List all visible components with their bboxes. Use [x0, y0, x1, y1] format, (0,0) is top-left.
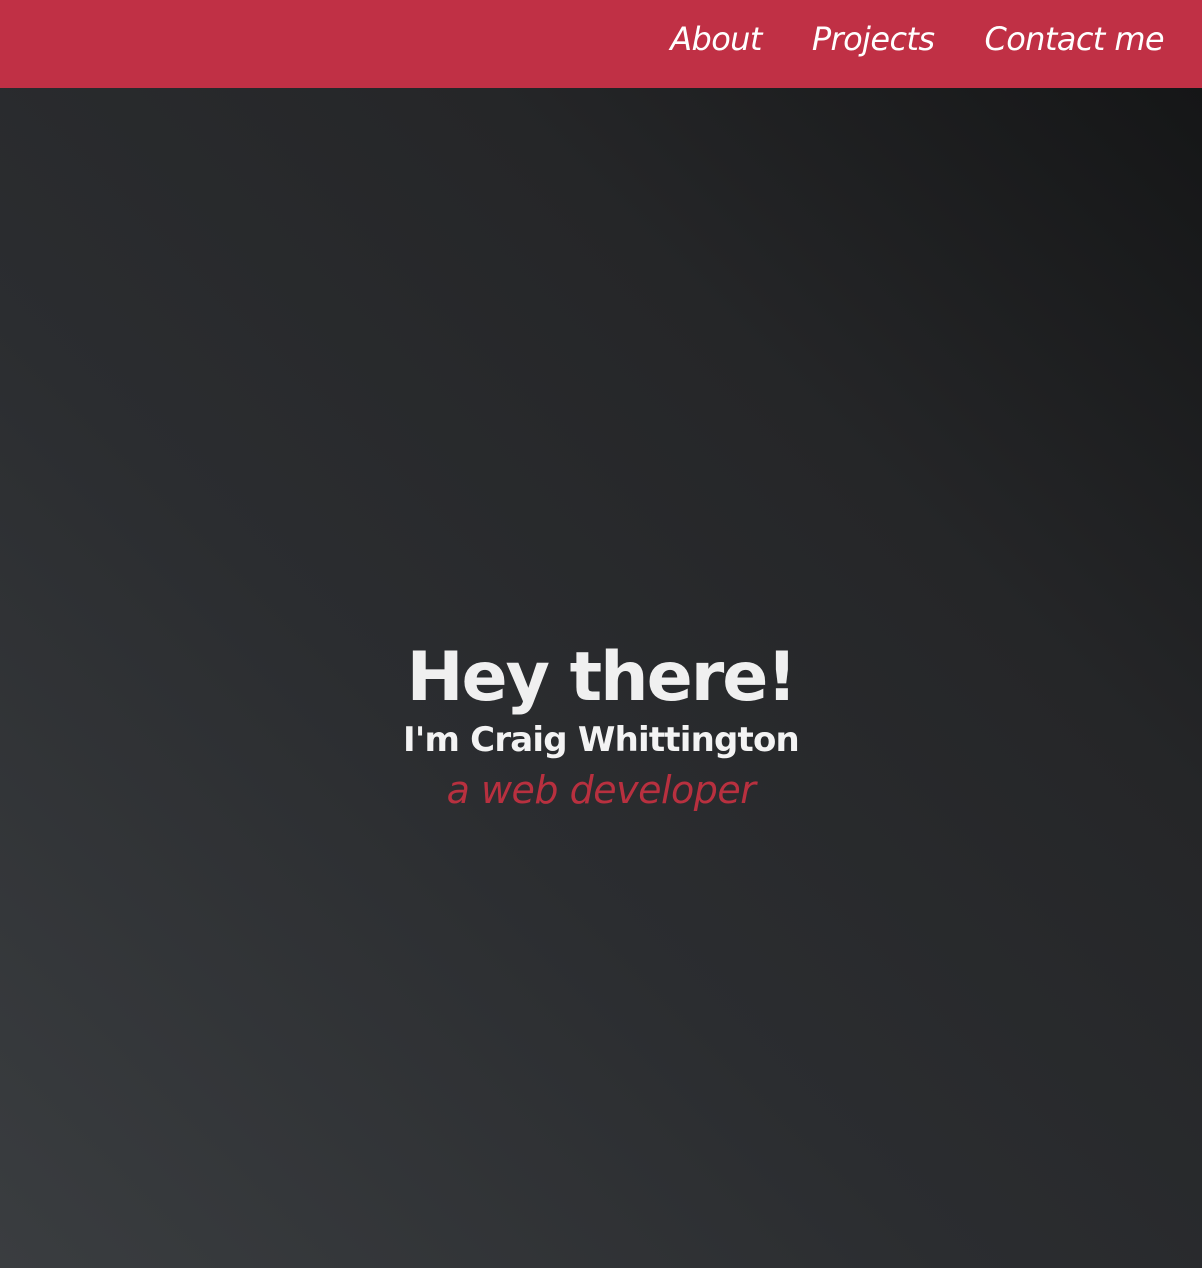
hero-content: Hey there! I'm Craig Whittington a web d…	[0, 638, 1202, 818]
nav-link-about[interactable]: About	[670, 23, 762, 55]
hero-subtitle: I'm Craig Whittington	[403, 720, 800, 760]
hero-title: Hey there!	[406, 638, 798, 717]
hero-section: Hey there! I'm Craig Whittington a web d…	[0, 88, 1202, 1268]
top-nav: About Projects Contact me	[0, 0, 1202, 88]
hero-tagline: a web developer	[446, 768, 756, 812]
nav-link-contact[interactable]: Contact me	[984, 23, 1164, 55]
nav-link-projects[interactable]: Projects	[812, 23, 935, 55]
